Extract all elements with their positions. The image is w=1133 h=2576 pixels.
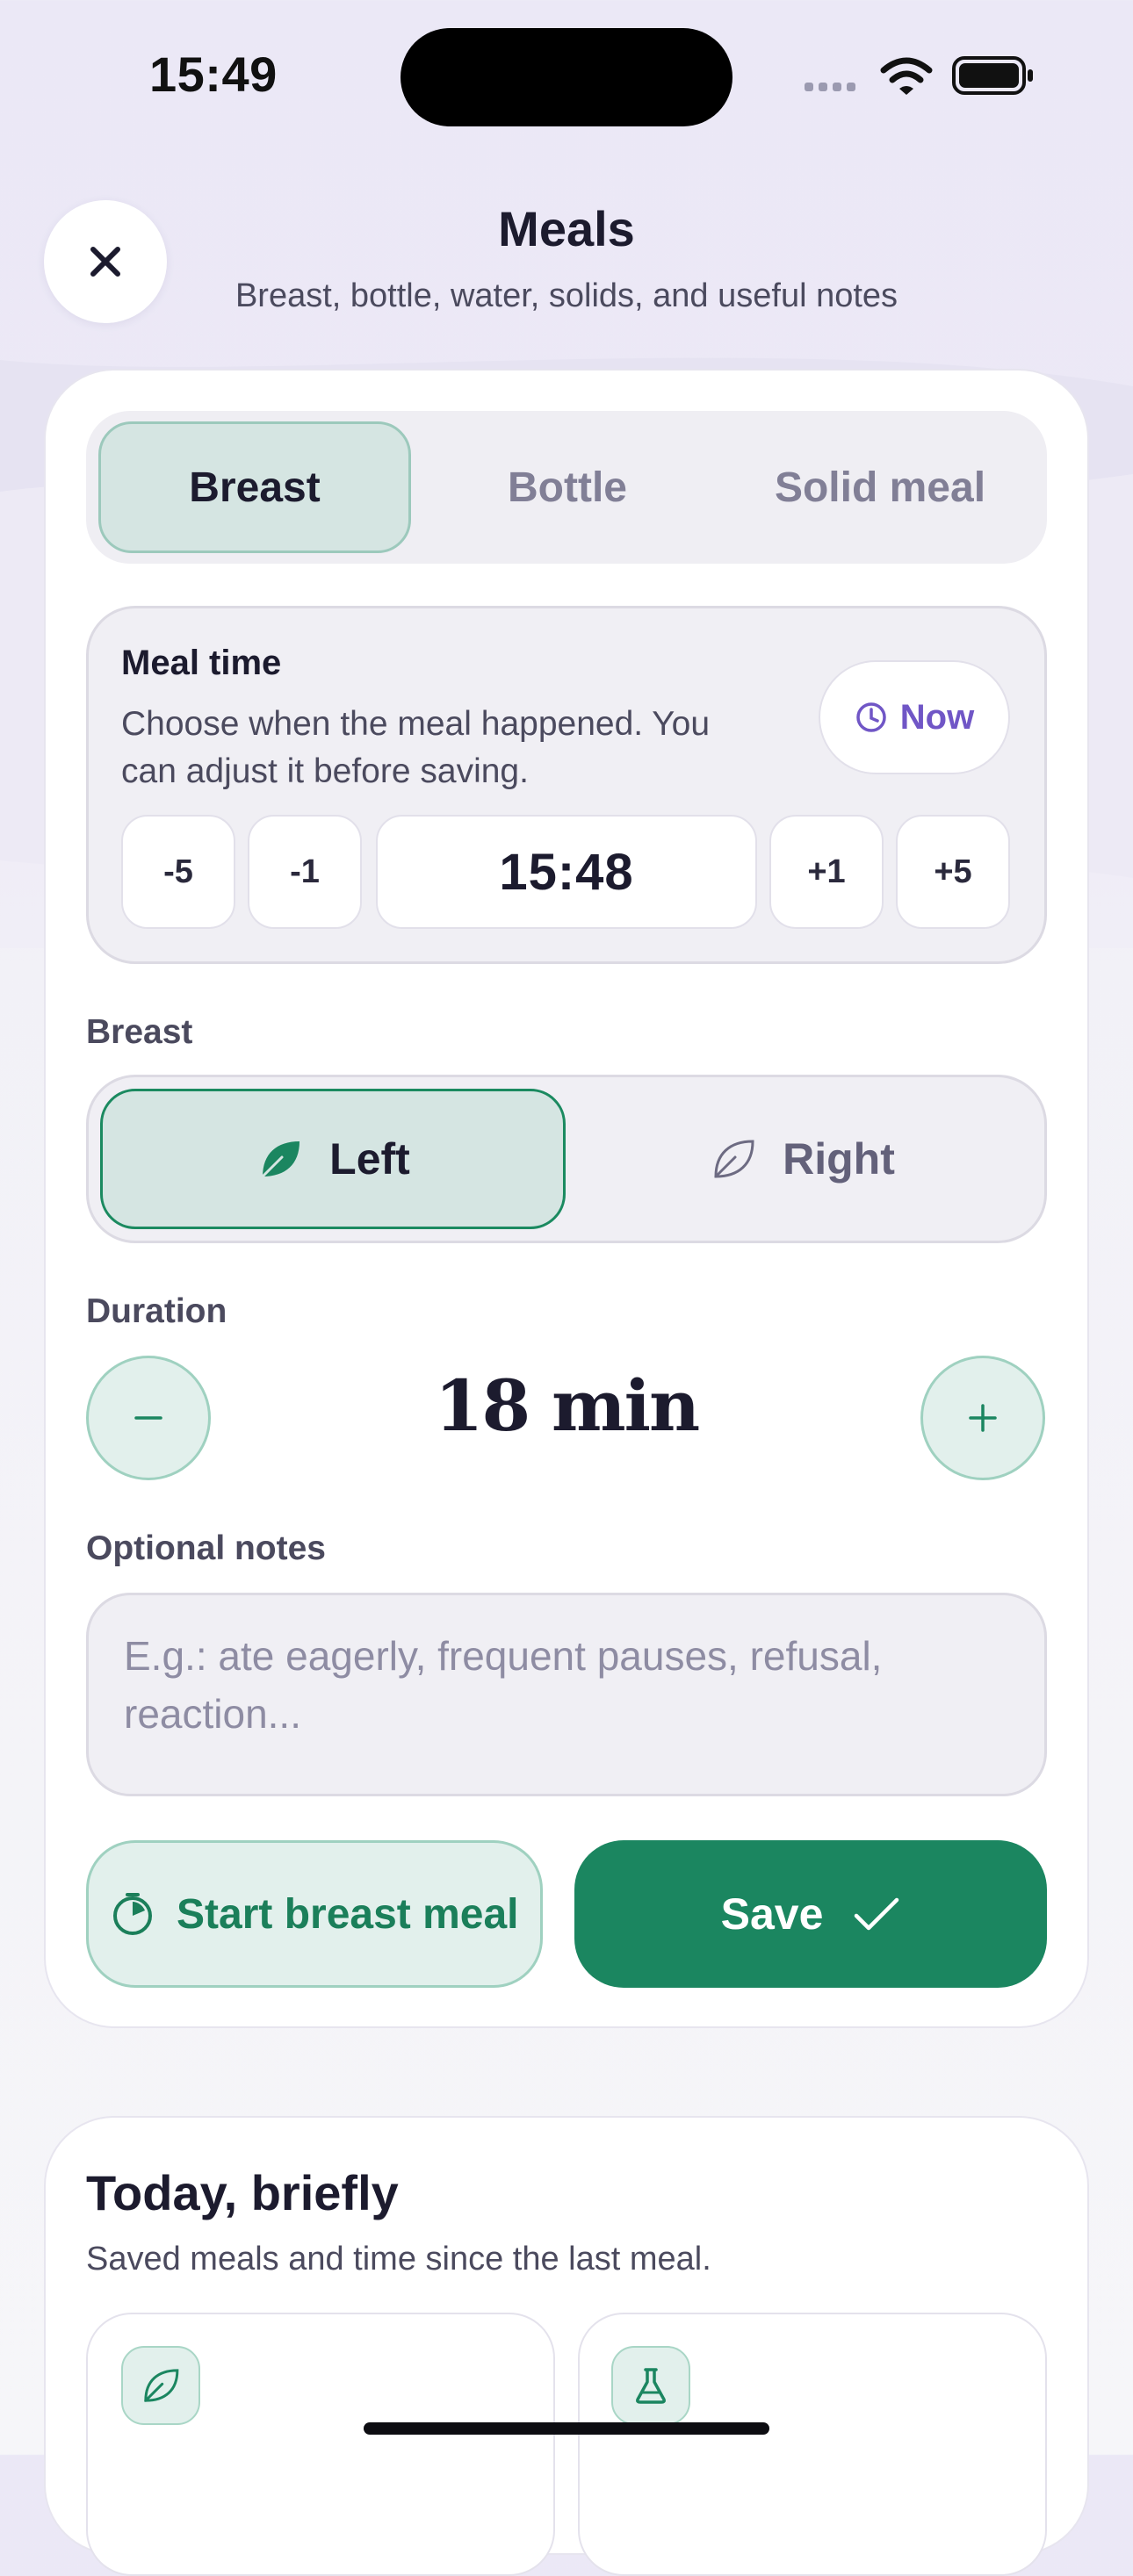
wifi-icon: [880, 57, 933, 95]
plus-1-button[interactable]: +1: [769, 815, 884, 929]
save-button[interactable]: Save: [574, 1840, 1047, 1988]
duration-value: 18 min: [434, 1364, 700, 1447]
tab-bottle[interactable]: Bottle: [411, 421, 724, 553]
leaf-icon: [144, 2369, 179, 2402]
home-indicator[interactable]: [364, 2422, 769, 2435]
status-time: 15:49: [149, 47, 278, 102]
minus-1-button[interactable]: -1: [248, 815, 362, 929]
meal-time-value[interactable]: 15:48: [376, 815, 757, 929]
page-subtitle: Breast, bottle, water, solids, and usefu…: [235, 277, 898, 314]
side-right-option[interactable]: Right: [569, 1089, 1035, 1229]
page-title: Meals: [498, 201, 635, 256]
start-breast-meal-label: Start breast meal: [177, 1890, 519, 1938]
plus-icon: [969, 1404, 997, 1432]
summary-subtitle: Saved meals and time since the last meal…: [86, 2241, 711, 2277]
meal-time-label: Meal time: [121, 644, 282, 682]
duration-label: Duration: [86, 1292, 227, 1330]
side-left-label: Left: [329, 1134, 410, 1184]
meal-type-tabs: Breast Bottle Solid meal: [86, 411, 1047, 564]
now-button[interactable]: Now: [819, 660, 1010, 774]
summary-flask-icon-wrap: [611, 2346, 690, 2425]
duration-decrease-button[interactable]: [86, 1356, 211, 1480]
tab-breast[interactable]: Breast: [98, 421, 411, 553]
meal-time-description: Choose when the meal happened. You can a…: [121, 705, 711, 790]
checkmark-icon: [855, 1897, 899, 1931]
minus-5-button[interactable]: -5: [121, 815, 235, 929]
minus-icon: [134, 1416, 162, 1420]
summary-title: Today, briefly: [86, 2165, 399, 2220]
plus-5-button[interactable]: +5: [896, 815, 1010, 929]
side-left-option[interactable]: Left: [100, 1089, 566, 1229]
notes-label: Optional notes: [86, 1529, 326, 1567]
start-breast-meal-button[interactable]: Start breast meal: [86, 1840, 543, 1988]
breast-side-label: Breast: [86, 1013, 193, 1051]
timer-icon: [113, 1893, 152, 1935]
duration-increase-button[interactable]: [920, 1356, 1045, 1480]
save-label: Save: [720, 1889, 824, 1939]
tab-solid-meal[interactable]: Solid meal: [724, 421, 1036, 553]
notes-input[interactable]: E.g.: ate eagerly, frequent pauses, refu…: [86, 1593, 1047, 1796]
leaf-outline-icon: [714, 1140, 754, 1178]
summary-leaf-icon-wrap: [121, 2346, 200, 2425]
dynamic-island: [401, 28, 732, 126]
flask-icon: [636, 2368, 666, 2404]
now-label: Now: [899, 697, 975, 737]
clock-icon: [856, 702, 886, 732]
side-right-label: Right: [783, 1134, 895, 1184]
battery-icon: [952, 56, 1033, 95]
leaf-filled-icon: [261, 1141, 300, 1178]
